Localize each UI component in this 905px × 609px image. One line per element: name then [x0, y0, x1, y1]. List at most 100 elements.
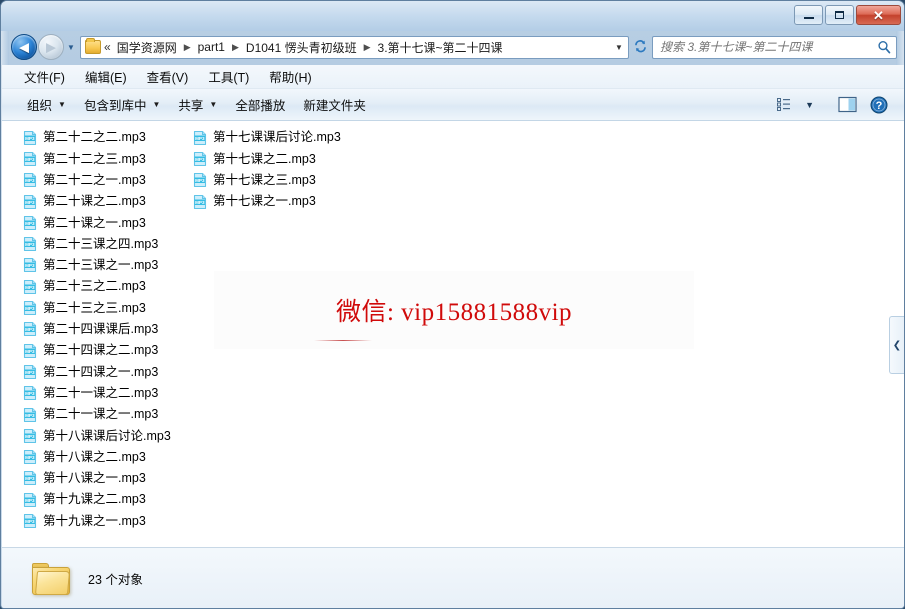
- close-button[interactable]: ✕: [856, 5, 901, 25]
- file-list-item[interactable]: MP3 第二十二之二.mp3: [2, 127, 172, 148]
- file-list-pane[interactable]: MP3 第二十二之二.mp3 MP3 第二十二之三.mp3 MP3 第二十二之一.mp3 M…: [2, 121, 904, 548]
- search-button[interactable]: [872, 40, 896, 54]
- file-list-item[interactable]: MP3 第十七课课后讨论.mp3: [172, 127, 342, 148]
- search-box[interactable]: [652, 35, 897, 59]
- file-list-item[interactable]: MP3 第十八课课后讨论.mp3: [2, 425, 172, 446]
- file-list-item[interactable]: MP3 第二十二之三.mp3: [2, 148, 172, 169]
- chevron-down-icon: ▼: [209, 100, 218, 109]
- include-in-library-button[interactable]: 包含到库中 ▼: [75, 91, 169, 118]
- file-name-label: 第二十四课之一.mp3: [43, 364, 159, 379]
- view-dropdown-button[interactable]: ▼: [800, 97, 819, 113]
- file-list-item[interactable]: MP3 第二十一课之一.mp3: [2, 404, 172, 425]
- search-icon: [878, 40, 891, 54]
- file-name-label: 第二十课之二.mp3: [43, 194, 146, 209]
- mp3-file-icon: MP3: [23, 300, 37, 316]
- file-list-item[interactable]: MP3 第二十四课课后.mp3: [2, 319, 172, 340]
- chevron-right-icon-0[interactable]: ▶: [184, 42, 191, 53]
- file-name-label: 第二十四课课后.mp3: [43, 322, 159, 337]
- chevron-down-icon: ▼: [615, 42, 623, 52]
- include-in-library-label: 包含到库中: [83, 99, 147, 113]
- breadcrumb-item-3[interactable]: 3.第十七课~第二十四课: [376, 38, 505, 57]
- menu-item-help[interactable]: 帮助(H): [259, 65, 321, 88]
- breadcrumb-overflow-icon[interactable]: «: [104, 40, 111, 54]
- breadcrumb-item-2[interactable]: D1041 愣头青初级班: [244, 38, 359, 57]
- file-list-item[interactable]: MP3 第二十三课之四.mp3: [2, 233, 172, 254]
- menu-item-file[interactable]: 文件(F): [14, 65, 75, 88]
- share-with-button[interactable]: 共享 ▼: [169, 91, 226, 118]
- mp3-file-icon: MP3: [193, 173, 207, 188]
- file-list-item[interactable]: MP3 第二十三之二.mp3: [2, 276, 172, 297]
- file-list-item[interactable]: MP3 第二十一课之二.mp3: [2, 383, 172, 404]
- file-name-label: 第十八课之二.mp3: [43, 449, 146, 464]
- file-list-item[interactable]: MP3 第二十四课之一.mp3: [2, 361, 172, 382]
- svg-text:MP3: MP3: [25, 285, 35, 290]
- change-view-button[interactable]: [771, 94, 798, 115]
- preview-pane-splitter[interactable]: ❮: [889, 316, 904, 374]
- file-list-item[interactable]: MP3 第十七课之一.mp3: [172, 191, 342, 212]
- item-count-label: 23 个对象: [88, 573, 143, 587]
- file-list-item[interactable]: MP3 第十七课之二.mp3: [172, 148, 342, 169]
- file-list-item[interactable]: MP3 第二十课之二.mp3: [2, 191, 172, 212]
- menu-item-edit[interactable]: 编辑(E): [75, 65, 137, 88]
- play-all-button[interactable]: 全部播放: [226, 91, 294, 118]
- breadcrumb-item-0[interactable]: 国学资源网: [115, 38, 179, 57]
- address-bar[interactable]: « 国学资源网 ▶ part1 ▶ D1041 愣头青初级班 ▶ 3.第十七课~…: [80, 35, 629, 59]
- minimize-button[interactable]: [794, 5, 823, 25]
- refresh-button[interactable]: [629, 39, 651, 56]
- forward-button[interactable]: ▶: [38, 34, 64, 60]
- file-name-label: 第十八课课后讨论.mp3: [43, 428, 171, 443]
- mp3-file-icon: MP3: [23, 343, 37, 358]
- back-arrow-icon: ◀: [19, 39, 29, 55]
- mp3-file-icon: MP3: [23, 407, 37, 422]
- file-name-label: 第十七课课后讨论.mp3: [213, 130, 341, 145]
- refresh-icon: [634, 39, 646, 52]
- file-list-item[interactable]: MP3 第十八课之一.mp3: [2, 468, 172, 489]
- back-button[interactable]: ◀: [11, 34, 37, 60]
- chevron-right-icon-2[interactable]: ▶: [364, 42, 371, 53]
- address-dropdown-button[interactable]: ▼: [610, 43, 628, 52]
- mp3-file-icon: MP3: [23, 194, 37, 209]
- mp3-file-icon: MP3: [23, 471, 37, 486]
- new-folder-button[interactable]: 新建文件夹: [294, 91, 375, 118]
- maximize-button[interactable]: [825, 5, 854, 25]
- file-list-item[interactable]: MP3 第十九课之二.mp3: [2, 489, 172, 510]
- file-list-item[interactable]: MP3 第二十三课之一.mp3: [2, 255, 172, 276]
- menu-item-file-label: 文件(F): [24, 71, 65, 85]
- preview-pane-icon: [838, 96, 857, 113]
- mp3-file-icon: MP3: [23, 237, 37, 252]
- menu-bar: 文件(F) 编辑(E) 查看(V) 工具(T) 帮助(H): [2, 65, 904, 89]
- search-input[interactable]: [653, 40, 872, 54]
- new-folder-label: 新建文件夹: [303, 99, 366, 113]
- mp3-file-icon: MP3: [193, 194, 207, 209]
- svg-text:MP3: MP3: [25, 498, 35, 503]
- file-list-item[interactable]: MP3 第十九课之一.mp3: [2, 510, 172, 531]
- svg-text:MP3: MP3: [25, 476, 35, 481]
- preview-pane-button[interactable]: [833, 93, 863, 116]
- title-bar[interactable]: ✕: [1, 1, 904, 31]
- file-list-item[interactable]: MP3 第十七课之三.mp3: [172, 170, 342, 191]
- recent-locations-button[interactable]: ▼: [64, 43, 78, 52]
- help-button[interactable]: ?: [865, 93, 893, 117]
- organize-button[interactable]: 组织 ▼: [18, 91, 75, 118]
- svg-text:MP3: MP3: [25, 327, 35, 332]
- menu-item-view[interactable]: 查看(V): [137, 65, 199, 88]
- file-list-item[interactable]: MP3 第二十三之三.mp3: [2, 297, 172, 318]
- mp3-file-icon: MP3: [23, 386, 37, 401]
- explorer-window: ✕ ◀ ▶ ▼ « 国学资源网 ▶ part1 ▶ D1041 愣头青初级班 ▶: [0, 0, 905, 609]
- file-list-item[interactable]: MP3 第二十四课之二.mp3: [2, 340, 172, 361]
- svg-text:MP3: MP3: [25, 434, 35, 439]
- folder-icon: [85, 38, 101, 54]
- chevron-down-icon: ▼: [58, 100, 66, 109]
- menu-item-tools[interactable]: 工具(T): [198, 65, 259, 88]
- file-list-item[interactable]: MP3 第二十二之一.mp3: [2, 170, 172, 191]
- menu-item-view-label: 查看(V): [146, 71, 189, 85]
- file-list-item[interactable]: MP3 第二十课之一.mp3: [2, 212, 172, 233]
- svg-text:MP3: MP3: [25, 391, 35, 396]
- minimize-icon: [803, 16, 814, 19]
- address-row: ◀ ▶ ▼ « 国学资源网 ▶ part1 ▶ D1041 愣头青初级班 ▶ 3…: [1, 31, 904, 63]
- file-list-item[interactable]: MP3 第十八课之二.mp3: [2, 446, 172, 467]
- share-with-label: 共享: [178, 99, 204, 113]
- chevron-right-icon-1[interactable]: ▶: [232, 42, 239, 53]
- breadcrumb-item-1[interactable]: part1: [196, 39, 227, 55]
- svg-text:MP3: MP3: [25, 455, 35, 460]
